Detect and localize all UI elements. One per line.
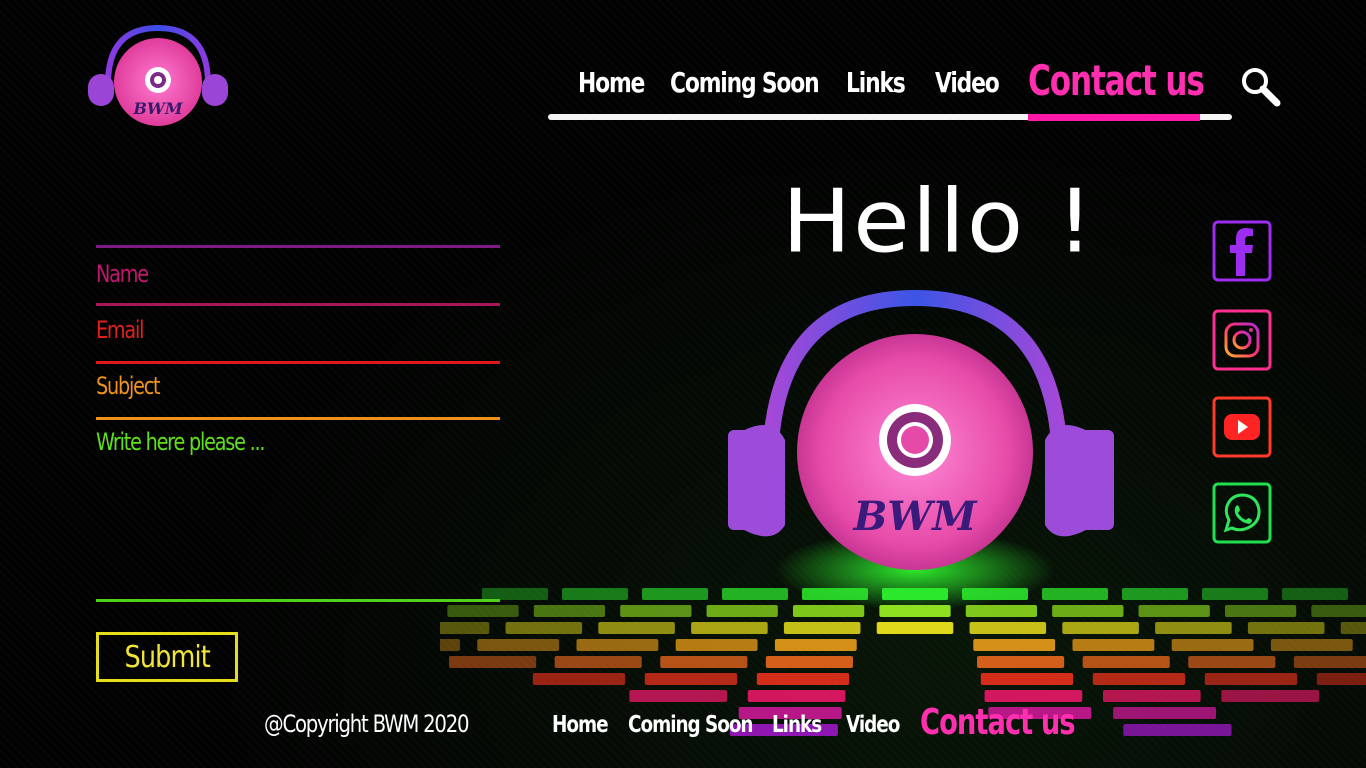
equalizer-tile [792, 605, 865, 617]
equalizer-tile [576, 639, 659, 651]
nav-item-links[interactable]: Links [846, 66, 906, 99]
footer-nav-contact-us[interactable]: Contact us [920, 702, 1076, 743]
footer-nav-coming-soon[interactable]: Coming Soon [628, 712, 754, 738]
logo-text: BWM [132, 99, 183, 118]
equalizer-tile [598, 622, 675, 634]
footer-nav-home[interactable]: Home [552, 712, 609, 738]
equalizer-tile [1204, 673, 1298, 685]
equalizer-tile [644, 673, 738, 685]
equalizer-tile [1270, 639, 1353, 651]
equalizer-tile [962, 588, 1028, 600]
nav-active-indicator [1028, 114, 1200, 121]
equalizer-tile [554, 656, 642, 668]
nav-item-home[interactable]: Home [578, 66, 645, 99]
equalizer-tile [879, 605, 951, 617]
equalizer-tile [447, 605, 519, 617]
equalizer-tile [1122, 588, 1188, 600]
equalizer-tile [977, 656, 1065, 668]
contact-page: BWM Home Coming Soon Links Video Contact… [0, 0, 1366, 768]
field-rule [96, 303, 500, 306]
equalizer-tile [1311, 605, 1366, 617]
field-rule [96, 599, 500, 602]
field-rule [96, 245, 500, 248]
equalizer-tile [533, 605, 606, 617]
field-rule [96, 417, 500, 420]
equalizer-tile [765, 656, 853, 668]
submit-label: Submit [124, 639, 210, 675]
equalizer-tile [1052, 605, 1124, 617]
nav-item-contact-us[interactable]: Contact us [1028, 56, 1205, 105]
equalizer-tile [1072, 639, 1155, 651]
equalizer-tile [562, 588, 628, 600]
equalizer-tile [642, 588, 708, 600]
hero-logo-text: BWM [852, 493, 978, 540]
equalizer-tile [1062, 622, 1139, 634]
equalizer-tile [1138, 605, 1210, 617]
equalizer-tile [1042, 588, 1108, 600]
equalizer-tile [1316, 673, 1366, 685]
equalizer-tile [1102, 690, 1201, 702]
equalizer-tile [675, 639, 758, 651]
equalizer-tile [440, 639, 460, 651]
equalizer-tile [691, 622, 768, 634]
footer-nav-video[interactable]: Video [846, 712, 900, 738]
equalizer-tile [980, 673, 1074, 685]
equalizer-tile [1340, 622, 1366, 634]
equalizer-tile [1247, 622, 1325, 634]
equalizer-tile [1202, 588, 1268, 600]
youtube-icon[interactable] [1212, 396, 1272, 458]
equalizer-tile [876, 622, 954, 634]
equalizer-tile [505, 622, 583, 634]
equalizer-tile [802, 588, 868, 600]
equalizer-tile [1092, 673, 1186, 685]
message-field[interactable]: Write here please ... [96, 428, 266, 456]
submit-button[interactable]: Submit [96, 632, 238, 682]
whatsapp-icon[interactable] [1212, 482, 1272, 544]
main-nav: Home Coming Soon Links Video Contact us [548, 56, 1232, 126]
email-field[interactable]: Email [96, 316, 144, 344]
bwm-logo[interactable]: BWM [86, 22, 230, 130]
equalizer-tile [1188, 656, 1276, 668]
subject-field[interactable]: Subject [96, 372, 161, 400]
footer-nav-links[interactable]: Links [772, 712, 822, 738]
name-field[interactable]: Name [96, 260, 149, 288]
footer-nav: Home Coming Soon Links Video Contact us [552, 700, 1076, 750]
equalizer-tile [1082, 656, 1170, 668]
equalizer-tile [965, 605, 1038, 617]
equalizer-tile [1113, 707, 1217, 719]
equalizer-tile [660, 656, 748, 668]
equalizer-tile [1224, 605, 1297, 617]
equalizer-tile [1221, 690, 1320, 702]
equalizer-tile [973, 639, 1056, 651]
equalizer-tile [1282, 588, 1348, 600]
hero-greeting: Hello ! [782, 170, 1096, 273]
equalizer-tile [722, 588, 788, 600]
search-icon[interactable] [1240, 66, 1282, 108]
equalizer-tile [1171, 639, 1254, 651]
equalizer-tile [756, 673, 850, 685]
equalizer-tile [969, 622, 1047, 634]
equalizer-tile [440, 622, 490, 634]
equalizer-tile [774, 639, 857, 651]
equalizer-tile [1293, 656, 1366, 668]
equalizer-tile [532, 673, 626, 685]
facebook-icon[interactable] [1212, 220, 1272, 282]
equalizer-tile [882, 588, 948, 600]
equalizer-tile [449, 656, 537, 668]
instagram-icon[interactable] [1212, 309, 1272, 371]
equalizer-tile [706, 605, 778, 617]
equalizer-tile [1123, 724, 1232, 736]
field-rule [96, 361, 500, 364]
nav-item-video[interactable]: Video [935, 66, 1000, 99]
nav-item-coming-soon[interactable]: Coming Soon [670, 66, 820, 99]
equalizer-tile [620, 605, 692, 617]
equalizer-tile [477, 639, 560, 651]
copyright-text: @Copyright BWM 2020 [264, 710, 470, 738]
equalizer-tile [1155, 622, 1232, 634]
equalizer-tile [783, 622, 861, 634]
